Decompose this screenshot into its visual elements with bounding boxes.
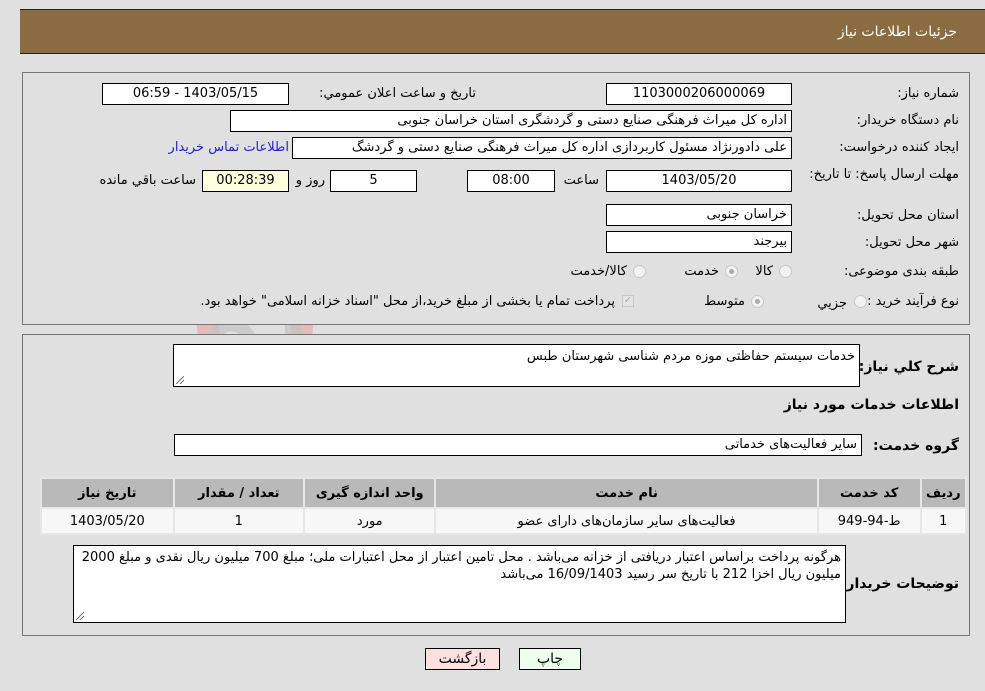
cell-need-date: 1403/05/20 — [40, 507, 175, 535]
buyer-org-label: نام دستگاه خریدار: — [856, 113, 959, 128]
deadline-date-field: 1403/05/20 — [606, 170, 792, 192]
back-button[interactable]: بازگشت — [425, 648, 500, 670]
province-label: استان محل تحویل: — [857, 208, 959, 223]
need-details-panel: شرح کلي نیاز: خدمات سیستم حفاظتی موزه مر… — [22, 334, 970, 636]
table-header-row: ردیف کد خدمت نام خدمت واحد اندازه گیری ت… — [40, 477, 968, 509]
resize-grip-icon[interactable] — [76, 612, 84, 620]
category-option-goods: کالا — [755, 264, 773, 279]
need-info-panel: شماره نیاز: 1103000206000069 تاریخ و ساع… — [22, 72, 970, 325]
col-header-need-date: تاریخ نیاز — [40, 477, 175, 509]
announce-datetime-label: تاریخ و ساعت اعلان عمومي: — [319, 86, 476, 101]
announce-datetime-field: 1403/05/15 - 06:59 — [102, 83, 289, 105]
services-table: ردیف کد خدمت نام خدمت واحد اندازه گیری ت… — [40, 477, 968, 535]
buyer-contact-link[interactable]: اطلاعات تماس خریدار — [169, 140, 289, 155]
treasury-checkbox[interactable]: ✓ — [622, 295, 634, 307]
city-label: شهر محل تحویل: — [864, 235, 959, 250]
category-label: طبقه بندی موضوعی: — [843, 264, 959, 279]
deadline-time-label: ساعت — [563, 173, 599, 188]
summary-text: خدمات سیستم حفاظتی موزه مردم شناسی شهرست… — [526, 349, 855, 364]
purchase-option-minor: جزیي — [817, 296, 847, 311]
col-header-quantity: تعداد / مقدار — [172, 477, 306, 509]
table-row: 1 ط-94-949 فعالیت‌های سایر سازمان‌های دا… — [40, 507, 968, 535]
category-radio-service[interactable] — [725, 265, 738, 278]
remaining-time-field: 00:28:39 — [202, 170, 289, 192]
summary-textarea[interactable]: خدمات سیستم حفاظتی موزه مردم شناسی شهرست… — [173, 344, 860, 387]
buyer-notes-text: هرگونه پرداخت براساس اعتبار دریافتی از خ… — [81, 550, 841, 582]
print-button[interactable]: چاپ — [519, 648, 581, 670]
cell-row-number: 1 — [919, 507, 968, 535]
page-title: جزئیات اطلاعات نیاز — [837, 24, 957, 40]
category-radio-goods-service[interactable] — [633, 265, 646, 278]
purchase-radio-medium[interactable] — [751, 295, 764, 308]
col-header-service-name: نام خدمت — [434, 477, 819, 509]
treasury-checkbox-label: پرداخت تمام یا بخشی از مبلغ خرید،از محل … — [200, 294, 615, 309]
resize-grip-icon[interactable] — [176, 376, 184, 384]
deadline-label: مهلت ارسال پاسخ: تا تاریخ: — [809, 167, 959, 182]
deadline-days-field: 5 — [330, 170, 417, 192]
page-header: جزئیات اطلاعات نیاز — [20, 9, 985, 54]
service-group-field: سایر فعالیت‌های خدماتی — [174, 434, 862, 456]
services-heading: اطلاعات خدمات مورد نیاز — [783, 397, 959, 413]
col-header-service-code: کد خدمت — [816, 477, 922, 509]
col-header-row-number: ردیف — [919, 477, 968, 509]
need-number-field: 1103000206000069 — [606, 83, 792, 105]
col-header-unit: واحد اندازه گیری — [303, 477, 437, 509]
purchase-type-label: نوع فرآیند خرید : — [867, 294, 959, 309]
deadline-time-field: 08:00 — [467, 170, 555, 192]
remaining-time-label: ساعت باقي مانده — [99, 173, 196, 188]
cell-unit: مورد — [303, 507, 437, 535]
buyer-org-field: اداره کل میراث فرهنگی صنایع دستی و گردشگ… — [230, 110, 792, 132]
cell-quantity: 1 — [172, 507, 306, 535]
summary-label: شرح کلي نیاز: — [858, 359, 959, 375]
purchase-option-medium: متوسط — [704, 294, 745, 309]
purchase-radio-minor[interactable] — [854, 295, 867, 308]
requester-field: علی دادورنژاد مسئول کاربردازی اداره کل م… — [292, 137, 792, 159]
days-label: روز و — [295, 173, 325, 188]
buyer-notes-label: توضیحات خریدار: — [840, 576, 959, 592]
cell-service-code: ط-94-949 — [816, 507, 922, 535]
buyer-notes-textarea[interactable]: هرگونه پرداخت براساس اعتبار دریافتی از خ… — [73, 545, 846, 623]
need-number-label: شماره نیاز: — [897, 86, 959, 101]
category-option-goods-service: کالا/خدمت — [570, 264, 627, 279]
requester-label: ایجاد کننده درخواست: — [839, 140, 959, 155]
province-field: خراسان جنوبی — [606, 204, 792, 226]
service-group-label: گروه خدمت: — [873, 438, 959, 454]
city-field: بیرجند — [606, 231, 792, 253]
category-option-service: خدمت — [684, 264, 719, 279]
cell-service-name: فعالیت‌های سایر سازمان‌های دارای عضو — [434, 507, 819, 535]
category-radio-goods[interactable] — [779, 265, 792, 278]
